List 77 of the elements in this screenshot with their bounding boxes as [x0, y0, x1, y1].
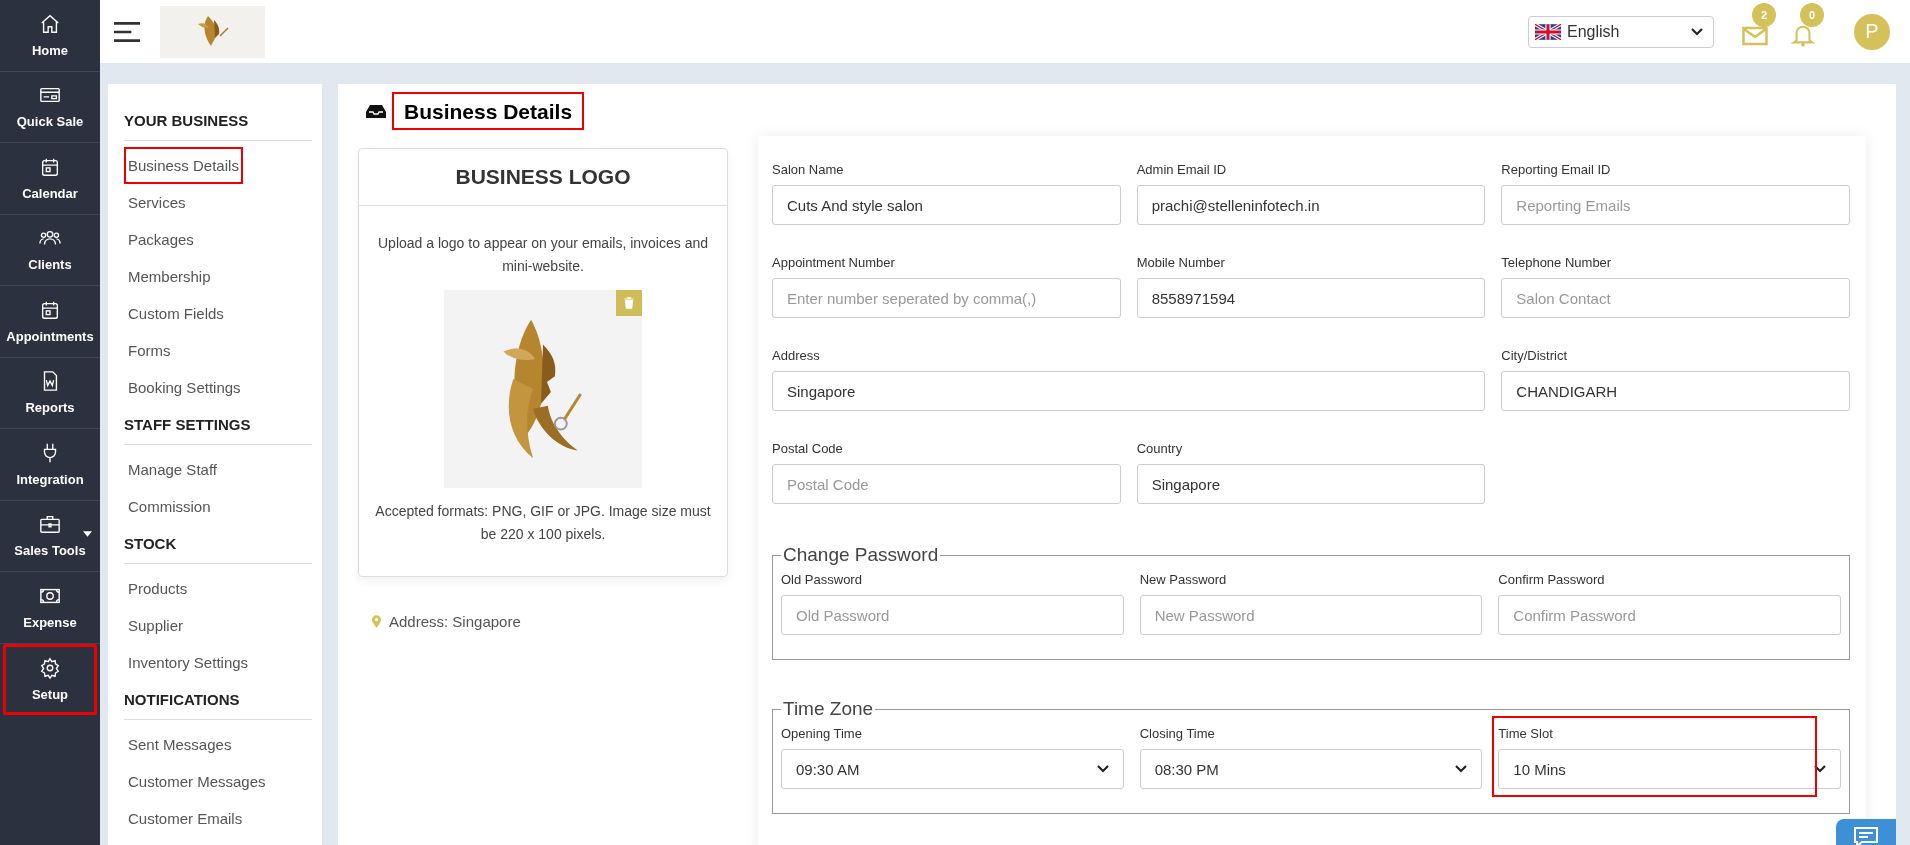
nav-item[interactable]: Setup — [3, 643, 97, 715]
delete-button[interactable] — [616, 290, 642, 316]
menu-link[interactable]: Custom Fields — [124, 295, 228, 332]
menu-link[interactable]: Forms — [124, 332, 175, 369]
menu-link[interactable]: Products — [124, 570, 192, 607]
input-field[interactable]: Confirm Password — [1498, 595, 1841, 635]
input-field[interactable]: New Password — [1139, 595, 1483, 635]
chevron-down-icon — [1814, 765, 1826, 773]
input-field[interactable]: Old Password — [781, 595, 1124, 635]
field-label: Address — [772, 348, 821, 363]
input-field[interactable]: Salon Contact — [1501, 278, 1850, 318]
address-text: Address: Singapore — [389, 613, 521, 630]
field-label: Confirm Password — [1498, 572, 1606, 587]
menu-heading: STOCK — [124, 535, 177, 552]
field-label: Closing Time — [1139, 726, 1216, 741]
language-value: English — [1567, 22, 1621, 41]
settings-icon — [39, 656, 61, 679]
menu-link[interactable]: Customer Messages — [124, 763, 270, 800]
briefcase-icon — [39, 513, 61, 536]
field-label: Telephone Number — [1501, 255, 1613, 270]
menu-link[interactable]: Supplier — [124, 607, 188, 644]
field-label: Appointment Number — [772, 255, 896, 270]
page-title: Business Details — [392, 92, 585, 130]
chevron-down-icon — [1096, 765, 1109, 773]
chevron-down-icon — [1691, 27, 1703, 36]
menu-link[interactable]: Sent Messages — [124, 726, 236, 763]
field-label: Old Password — [781, 572, 863, 587]
input-field[interactable]: CHANDIGARH — [1501, 371, 1850, 411]
menu-link[interactable]: Inventory Settings — [124, 644, 253, 681]
input-field[interactable]: Singapore — [772, 371, 1486, 411]
location-pin-icon — [372, 615, 381, 628]
home-icon — [39, 12, 61, 35]
field-label: Salon Name — [772, 162, 845, 177]
menu-icon[interactable] — [114, 20, 140, 43]
upload-description: Upload a logo to appear on your emails, invoices and mini-website. — [377, 234, 709, 276]
notification-count-badge: 0 — [1800, 2, 1824, 27]
field-label: Country — [1136, 441, 1184, 456]
flag-icon — [1535, 23, 1561, 40]
input-field[interactable]: prachi@stelleninfotech.in — [1136, 185, 1486, 225]
menu-heading: YOUR BUSINESS — [124, 112, 249, 129]
field-label: Admin Email ID — [1136, 162, 1228, 177]
input-field[interactable]: 8558971594 — [1136, 278, 1486, 318]
menu-link[interactable]: Commission — [124, 488, 215, 525]
input-field[interactable]: Singapore — [1136, 464, 1486, 504]
menu-link[interactable]: Business Details — [124, 147, 243, 184]
menu-link[interactable]: Booking Settings — [124, 369, 245, 406]
field-label: Reporting Email ID — [1501, 162, 1612, 177]
field-label: Postal Code — [772, 441, 844, 456]
input-field[interactable]: Enter number seperated by comma(,) — [772, 278, 1121, 318]
field-label: Time Slot — [1498, 726, 1554, 741]
section-legend: Change Password — [781, 544, 941, 566]
trash-icon — [624, 297, 634, 309]
menu-link[interactable]: Customer Emails — [124, 800, 247, 837]
chevron-down-icon — [1455, 765, 1468, 773]
select-field[interactable]: 09:30 AM — [781, 749, 1124, 789]
field-label: New Password — [1139, 572, 1228, 587]
menu-link[interactable]: Manage Staff — [124, 451, 221, 488]
mail-count-badge: 2 — [1752, 2, 1776, 27]
menu-heading: STAFF SETTINGS — [124, 416, 251, 433]
menu-link[interactable]: Membership — [124, 258, 215, 295]
field-label: City/District — [1501, 348, 1569, 363]
section-legend: Time Zone — [781, 698, 876, 720]
select-field[interactable]: 10 Mins — [1498, 749, 1841, 789]
field-label: Mobile Number — [1136, 255, 1226, 270]
menu-link[interactable]: Services — [124, 184, 190, 221]
input-field[interactable]: Reporting Emails — [1501, 185, 1850, 225]
menu-heading: NOTIFICATIONS — [124, 691, 240, 708]
card-title: BUSINESS LOGO — [359, 149, 727, 206]
input-field[interactable]: Cuts And style salon — [772, 185, 1121, 225]
format-note: Accepted formats: PNG, GIF or JPG. Image size must be 220 x 100 pixels. — [374, 502, 712, 544]
chat-icon — [1854, 827, 1878, 845]
input-field[interactable]: Postal Code — [772, 464, 1121, 504]
menu-link[interactable]: Packages — [124, 221, 198, 258]
select-field[interactable]: 08:30 PM — [1139, 749, 1483, 789]
field-label: Opening Time — [781, 726, 863, 741]
language-select[interactable]: English — [1528, 15, 1714, 48]
inbox-icon — [366, 103, 386, 119]
